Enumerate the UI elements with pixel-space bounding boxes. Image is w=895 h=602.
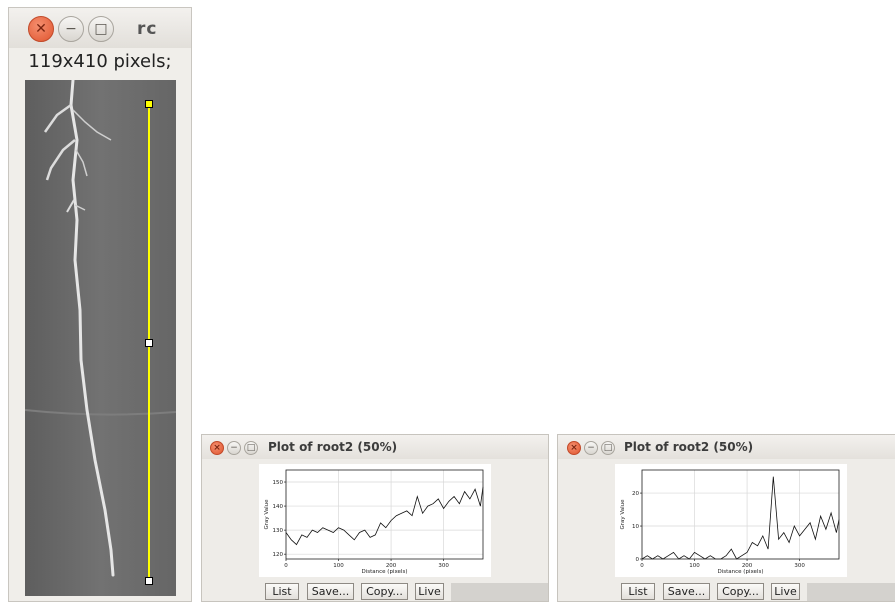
data-series-line (285, 486, 484, 546)
plot-frame (285, 469, 484, 560)
image-info: 119x410 pixels; (28, 51, 172, 72)
live-button[interactable]: Live (771, 583, 800, 600)
status-strip (807, 583, 895, 601)
plot-window-1: × − □ Plot of root2 (50%) 0 100 200 300 120 1… (201, 434, 549, 602)
image-window: ✕ − □ rc 119x410 pixels; (8, 7, 192, 602)
plot-button-row: List Save... Copy... Live (558, 582, 895, 602)
close-icon[interactable]: × (567, 441, 581, 455)
plot-area: 0 100 200 300 0 10 20 Distance (pixels) Gray Val… (615, 464, 847, 577)
minimize-icon[interactable]: − (584, 441, 598, 455)
plot-title: Plot of root2 (50%) (624, 440, 754, 454)
x-axis-label: Distance (pixels) (362, 569, 408, 575)
plot-window-1-titlebar[interactable]: × − □ Plot of root2 (50%) (202, 435, 548, 459)
close-icon[interactable]: ✕ (28, 16, 54, 42)
plot-area: 0 100 200 300 120 130 140 150 Distance (pixels) G… (259, 464, 491, 577)
y-tick-label: 0 (636, 557, 640, 563)
profile-chart: 0 100 200 300120130140150Distance (pixels)G… (264, 469, 484, 575)
copy-button[interactable]: Copy... (361, 583, 408, 600)
maximize-icon[interactable]: □ (601, 441, 615, 455)
plot-window-2: × − □ Plot of root2 (50%) 0 100 200 300 0 10 2… (557, 434, 895, 602)
selection-handle-middle[interactable] (145, 339, 153, 347)
root-image (25, 80, 176, 596)
y-axis-label: Gray Value (264, 499, 270, 530)
minimize-icon[interactable]: − (58, 16, 84, 42)
x-tick-label: 100 (689, 563, 700, 569)
y-tick-label: 20 (632, 491, 639, 497)
image-canvas[interactable] (25, 80, 176, 596)
x-tick-label: 300 (794, 563, 805, 569)
copy-button[interactable]: Copy... (717, 583, 764, 600)
plot-title: Plot of root2 (50%) (268, 440, 398, 454)
x-tick-label: 0 (284, 563, 288, 569)
live-button[interactable]: Live (415, 583, 444, 600)
y-tick-label: 130 (273, 528, 284, 534)
selection-handle-top[interactable] (145, 100, 153, 108)
save-button[interactable]: Save... (307, 583, 354, 600)
x-tick-label: 100 (333, 563, 344, 569)
plot-button-row: List Save... Copy... Live (202, 582, 548, 602)
list-button[interactable]: List (621, 583, 655, 600)
data-series-line (641, 476, 840, 560)
y-tick-label: 150 (273, 480, 284, 486)
y-tick-label: 10 (632, 524, 639, 530)
x-tick-label: 0 (640, 563, 644, 569)
y-tick-label: 140 (273, 504, 284, 510)
list-button[interactable]: List (265, 583, 299, 600)
profile-chart: 0 100 200 30001020Distance (pixels)Gray Val… (620, 469, 840, 575)
x-axis-label: Distance (pixels) (718, 569, 764, 575)
maximize-icon[interactable]: □ (244, 441, 258, 455)
save-button[interactable]: Save... (663, 583, 710, 600)
minimize-icon[interactable]: − (227, 441, 241, 455)
status-strip (451, 583, 548, 601)
plot-frame (641, 469, 840, 560)
image-window-titlebar[interactable]: ✕ − □ rc (9, 8, 191, 48)
selection-handle-bottom[interactable] (145, 577, 153, 585)
y-tick-label: 120 (273, 552, 284, 558)
x-tick-label: 300 (438, 563, 449, 569)
close-icon[interactable]: × (210, 441, 224, 455)
window-title: rc (137, 19, 158, 39)
plot-window-2-titlebar[interactable]: × − □ Plot of root2 (50%) (558, 435, 895, 459)
maximize-icon[interactable]: □ (88, 16, 114, 42)
y-axis-label: Gray Value (620, 499, 626, 530)
